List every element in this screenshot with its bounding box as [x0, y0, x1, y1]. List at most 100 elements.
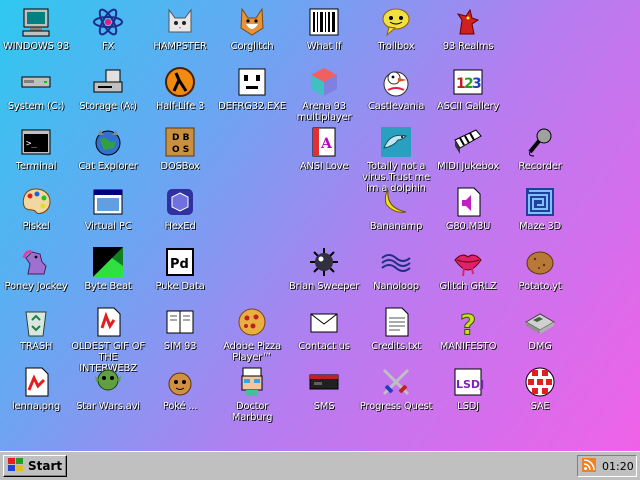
- dolphin-icon: [380, 126, 412, 158]
- desktop-icon-hexed[interactable]: HexEd: [145, 180, 215, 240]
- windows-logo-icon: [8, 457, 24, 475]
- computer-icon: [20, 6, 52, 38]
- desktop-icon-trollbox[interactable]: Trollbox: [361, 0, 431, 60]
- pokemon-icon: [164, 366, 196, 398]
- desktop-icon-bananamp[interactable]: Bananamp: [361, 180, 431, 240]
- icon-label: Glitch GRLZ: [439, 281, 497, 292]
- desktop-icon-recorder[interactable]: Recorder: [505, 120, 575, 180]
- cube-icon: [308, 66, 340, 98]
- svg-text:Pd: Pd: [170, 257, 189, 272]
- system-tray: 01:20: [577, 455, 637, 477]
- lsdj-icon: LSDJ: [452, 366, 484, 398]
- desktop-icon-sim-93[interactable]: SIM 93: [145, 300, 215, 360]
- desktop-icon-sms[interactable]: SMS: [289, 360, 359, 420]
- icon-label: Contact us: [298, 341, 350, 352]
- icon-label: Recorder: [518, 161, 562, 172]
- desktop: WINDOWS 93 FX HAMPSTER Corglitch What If…: [0, 0, 640, 451]
- desktop-icon-credits[interactable]: Credits.txt: [361, 300, 431, 360]
- svg-text:D B: D B: [172, 133, 190, 143]
- pd-icon: Pd: [164, 246, 196, 278]
- desktop-icon-adobe-pizza[interactable]: Adobe Pizza Player™: [217, 300, 287, 363]
- icon-label: DMG: [528, 341, 552, 352]
- desktop-icon-castlevania[interactable]: Castlevania: [361, 60, 431, 120]
- desktop-icon-dmg[interactable]: DMG: [505, 300, 575, 360]
- desktop-icon-manifesto[interactable]: ? MANIFESTO: [433, 300, 503, 360]
- desktop-icon-nanoloop[interactable]: Nanoloop: [361, 240, 431, 300]
- clock: 01:20: [602, 459, 634, 473]
- icon-label: DOSBox: [160, 161, 200, 172]
- hard-drive-icon: [20, 66, 52, 98]
- icon-label: Trollbox: [377, 41, 415, 52]
- icon-label: Piskel: [22, 221, 50, 232]
- desktop-icon-progress-quest[interactable]: Progress Quest: [359, 360, 433, 420]
- video-file-icon: [92, 366, 124, 398]
- icon-label: TRASH: [19, 341, 53, 352]
- image-file-icon: [20, 366, 52, 398]
- desktop-icon-virtual-pc[interactable]: Virtual PC: [73, 180, 143, 240]
- gif-icon: [92, 306, 124, 338]
- mine-icon: [308, 246, 340, 278]
- start-button[interactable]: Start: [3, 455, 67, 477]
- desktop-icon-oldest-gif[interactable]: OLDEST GIF OF THE INTERWEBZ: [71, 300, 145, 374]
- icon-label: Poké ...: [162, 401, 198, 412]
- desktop-icon-ascii-gallery[interactable]: 1 2 3 ASCII Gallery: [433, 60, 503, 120]
- desktop-icon-lsdj[interactable]: LSDJ LSDJ: [433, 360, 503, 420]
- icon-label: SIM 93: [163, 341, 197, 352]
- desktop-icon-puke-data[interactable]: Pd Puke Data: [145, 240, 215, 300]
- desktop-icon-brian-sweeper[interactable]: Brian Sweeper: [289, 240, 359, 300]
- icon-label: Doctor Marburg: [231, 401, 273, 423]
- icon-label: FX: [101, 41, 115, 52]
- ansi-icon: A: [308, 126, 340, 158]
- desktop-icon-contact-us[interactable]: Contact us: [289, 300, 359, 360]
- desktop-icon-lenna[interactable]: lenna.png: [1, 360, 71, 420]
- icon-label: ASCII Gallery: [436, 101, 500, 112]
- question-icon: ?: [452, 306, 484, 339]
- corgi-icon: [236, 6, 268, 38]
- desktop-icon-byte-beat[interactable]: Byte Beat: [73, 240, 143, 300]
- icon-label: Castlevania: [367, 101, 425, 112]
- desktop-icon-piskel[interactable]: Piskel: [1, 180, 71, 240]
- desktop-icon-doctor-marburg[interactable]: Doctor Marburg: [217, 360, 287, 423]
- icon-label: HAMPSTER: [153, 41, 207, 52]
- desktop-icon-windows93[interactable]: WINDOWS 93: [1, 0, 71, 60]
- icon-label: DEFRG32.EXE: [218, 101, 286, 112]
- icon-label: MIDI Jukebox: [437, 161, 499, 172]
- desktop-icon-what-if[interactable]: What If: [289, 0, 359, 60]
- desktop-icon-poney-jockey[interactable]: Poney Jockey: [1, 240, 71, 300]
- icon-label: What If: [306, 41, 342, 52]
- desktop-icon-g80-m3u[interactable]: G80.M3U: [433, 180, 503, 240]
- desktop-icon-fx[interactable]: FX: [73, 0, 143, 60]
- speaker-file-icon: [452, 186, 484, 218]
- desktop-icon-star-wars[interactable]: Star Wars.avi: [73, 360, 143, 420]
- desktop-icon-poke[interactable]: Poké ...: [145, 360, 215, 420]
- desktop-icon-storage-a[interactable]: Storage (A:): [73, 60, 143, 120]
- svg-text:LSDJ: LSDJ: [456, 378, 484, 391]
- icon-label: Nanoloop: [373, 281, 419, 292]
- desktop-icon-dosbox[interactable]: D B O S DOSBox: [145, 120, 215, 180]
- desktop-icon-potato[interactable]: Potato.yt: [505, 240, 575, 300]
- desktop-icon-corglitch[interactable]: Corglitch: [217, 0, 287, 60]
- desktop-icon-arena-93[interactable]: Arena 93 multiplayer: [289, 60, 359, 123]
- desktop-icon-half-life-3[interactable]: Half-Life 3: [145, 60, 215, 120]
- desktop-icon-ansi-love[interactable]: A ANSI Love: [289, 120, 359, 180]
- desktop-icon-terminal[interactable]: >_ Terminal: [1, 120, 71, 180]
- desktop-icon-glitch-grlz[interactable]: Glitch GRLZ: [433, 240, 503, 300]
- desktop-icon-sae[interactable]: SAE: [505, 360, 575, 420]
- icon-label: Corglitch: [230, 41, 274, 52]
- svg-text:>_: >_: [26, 139, 37, 149]
- face-icon: [236, 66, 268, 98]
- desktop-icon-system-c[interactable]: System (C:): [1, 60, 71, 120]
- desktop-icon-trash[interactable]: TRASH: [1, 300, 71, 360]
- desktop-icon-hampster[interactable]: HAMPSTER: [145, 0, 215, 60]
- desktop-icon-93-realms[interactable]: 93 Realms: [433, 0, 503, 60]
- beat-icon: [92, 246, 124, 278]
- desktop-icon-midi-jukebox[interactable]: MIDI Jukebox: [433, 120, 503, 180]
- desktop-icon-cat-explorer[interactable]: Cat Explorer: [73, 120, 143, 180]
- rss-icon[interactable]: [582, 457, 596, 475]
- icon-label: Progress Quest: [359, 401, 433, 412]
- desktop-icon-dolphin[interactable]: Totally not a virus.Trust me im a dolphi…: [361, 120, 431, 194]
- atom-icon: [92, 6, 124, 38]
- desktop-icon-defrg32[interactable]: DEFRG32.EXE: [217, 60, 287, 120]
- icon-label: Cat Explorer: [78, 161, 138, 172]
- desktop-icon-maze-3d[interactable]: Maze 3D: [505, 180, 575, 240]
